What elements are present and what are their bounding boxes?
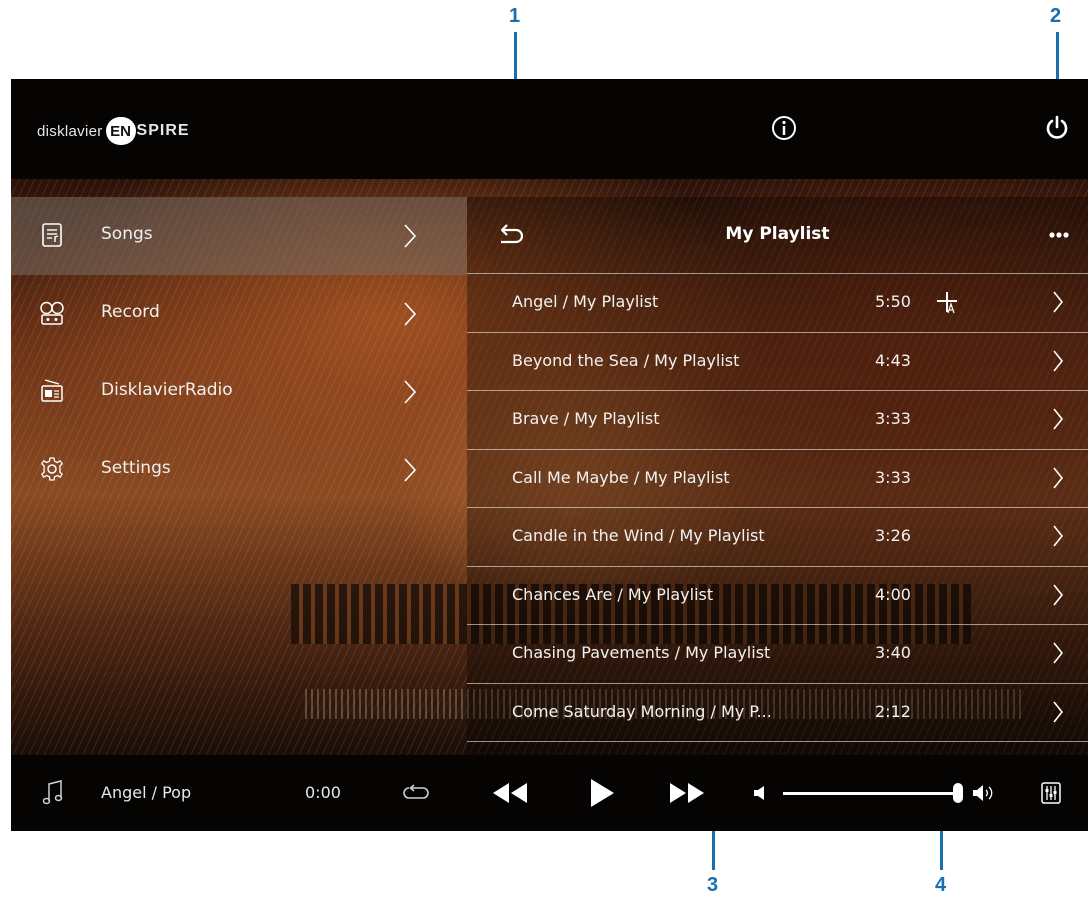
- song-title: Beyond the Sea / My Playlist: [512, 350, 740, 370]
- fast-forward-icon[interactable]: [668, 781, 708, 805]
- music-note-icon[interactable]: [41, 779, 65, 807]
- current-song-label[interactable]: Angel / Pop: [101, 783, 191, 802]
- play-icon[interactable]: [589, 778, 615, 808]
- sidebar-item-settings[interactable]: Settings: [11, 431, 467, 509]
- chevron-right-icon: [404, 302, 417, 326]
- mixer-icon[interactable]: [1041, 782, 1061, 804]
- callout-4: 4: [935, 874, 947, 896]
- song-title: Come Saturday Morning / My P...: [512, 701, 772, 721]
- song-duration: 3:33: [875, 409, 911, 428]
- song-row[interactable]: Come Saturday Morning / My P... 2:12: [467, 684, 1088, 742]
- chevron-right-icon: [404, 458, 417, 482]
- sidebar-item-label: Record: [101, 302, 160, 322]
- song-row[interactable]: Chances Are / My Playlist 4:00: [467, 567, 1088, 625]
- sidebar-item-label: Songs: [101, 224, 153, 244]
- record-icon: [40, 301, 64, 325]
- song-title: Candle in the Wind / My Playlist: [512, 526, 765, 545]
- song-list: Angel / My Playlist 5:50 Beyond the Sea …: [467, 274, 1088, 742]
- song-row[interactable]: Chasing Pavements / My Playlist 3:40: [467, 625, 1088, 684]
- sidebar-item-record[interactable]: Record: [11, 275, 467, 353]
- playlist-title: My Playlist: [725, 224, 830, 244]
- chevron-right-icon: [404, 380, 417, 404]
- song-duration: 3:33: [875, 467, 911, 487]
- chevron-right-icon[interactable]: [1052, 583, 1064, 607]
- callout-2: 2: [1050, 5, 1062, 27]
- info-icon[interactable]: [771, 115, 797, 141]
- more-options-icon[interactable]: [1048, 231, 1070, 239]
- sidebar-menu: Songs Record DisklavierRadio Settings: [11, 197, 467, 509]
- app-logo: disklavier EN SPIRE: [37, 117, 190, 145]
- song-title: Call Me Maybe / My Playlist: [512, 467, 730, 487]
- song-duration: 4:43: [875, 350, 911, 370]
- song-duration: 3:26: [875, 526, 911, 545]
- song-row[interactable]: Candle in the Wind / My Playlist 3:26: [467, 508, 1088, 567]
- volume-high-icon: [973, 785, 993, 801]
- song-title: Angel / My Playlist: [512, 292, 659, 311]
- sidebar-item-disklavierradio[interactable]: DisklavierRadio: [11, 353, 467, 431]
- song-row[interactable]: Call Me Maybe / My Playlist 3:33: [467, 450, 1088, 508]
- chevron-right-icon[interactable]: [1052, 466, 1064, 490]
- player-bar: Angel / Pop 0:00: [11, 755, 1088, 831]
- repeat-icon[interactable]: [403, 784, 431, 802]
- playlist-panel: My Playlist Angel / My Playlist 5:50 Bey…: [467, 197, 1088, 757]
- logo-badge: EN: [105, 117, 136, 145]
- song-title: Chances Are / My Playlist: [512, 584, 714, 604]
- playlist-header: My Playlist: [467, 197, 1088, 274]
- callout-3: 3: [707, 874, 719, 896]
- elapsed-time: 0:00: [305, 783, 341, 802]
- chevron-right-icon[interactable]: [1052, 524, 1064, 548]
- gear-icon: [41, 457, 63, 481]
- logo-prefix: disklavier: [37, 122, 103, 140]
- power-icon[interactable]: [1044, 115, 1070, 141]
- rewind-icon[interactable]: [489, 781, 529, 805]
- callout-1: 1: [509, 5, 521, 27]
- song-duration: 3:40: [875, 643, 911, 662]
- song-row[interactable]: Angel / My Playlist 5:50: [467, 274, 1088, 333]
- chevron-right-icon[interactable]: [1052, 407, 1064, 431]
- chevron-right-icon: [404, 224, 417, 248]
- song-title: Chasing Pavements / My Playlist: [512, 643, 771, 662]
- song-duration: 5:50: [875, 292, 911, 311]
- sidebar-item-songs[interactable]: Songs: [11, 197, 467, 275]
- radio-icon: [41, 379, 63, 402]
- chevron-right-icon[interactable]: [1052, 290, 1064, 314]
- volume-slider-thumb[interactable]: [952, 783, 963, 803]
- song-duration: 4:00: [875, 584, 911, 604]
- volume-low-icon: [754, 786, 764, 800]
- top-bar: disklavier EN SPIRE: [11, 79, 1088, 179]
- chevron-right-icon[interactable]: [1052, 641, 1064, 665]
- chevron-right-icon[interactable]: [1052, 700, 1064, 724]
- songs-icon: [42, 223, 62, 247]
- volume-slider-track[interactable]: [783, 792, 963, 795]
- song-duration: 2:12: [875, 701, 911, 721]
- song-title: Brave / My Playlist: [512, 409, 660, 428]
- logo-suffix: SPIRE: [136, 122, 190, 139]
- song-row[interactable]: Brave / My Playlist 3:33: [467, 391, 1088, 450]
- device-screen: disklavier EN SPIRE Songs Record Disklav…: [11, 79, 1088, 831]
- add-to-playlist-icon[interactable]: [935, 290, 959, 316]
- sidebar-item-label: DisklavierRadio: [101, 380, 233, 400]
- song-row[interactable]: Beyond the Sea / My Playlist 4:43: [467, 333, 1088, 391]
- sidebar-item-label: Settings: [101, 458, 171, 478]
- chevron-right-icon[interactable]: [1052, 349, 1064, 373]
